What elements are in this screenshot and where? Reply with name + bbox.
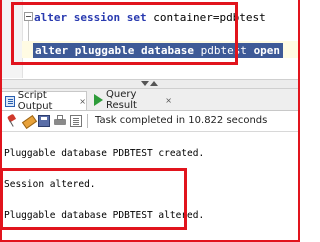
close-icon[interactable]: × [165, 96, 172, 105]
collapse-up-icon[interactable] [150, 81, 158, 86]
code-keyword: open [253, 44, 281, 57]
toolbar-divider [87, 114, 88, 128]
tab-label: Query Result [106, 89, 137, 111]
pin-icon[interactable] [6, 115, 18, 127]
tab-label: Script Output [17, 90, 53, 112]
tab-script-output[interactable]: Script Output × [0, 90, 87, 112]
save-icon[interactable] [38, 115, 50, 127]
panel-splitter[interactable] [0, 79, 300, 89]
close-icon[interactable]: × [79, 97, 86, 106]
highlight-box-editor [11, 2, 238, 65]
output-toolbar: Task completed in 10.822 seconds [0, 111, 300, 132]
output-tabbar: Script Output × Query Result × [0, 89, 300, 112]
output-line: Pluggable database PDBTEST created. [4, 148, 205, 159]
open-file-icon[interactable] [70, 115, 82, 127]
run-icon [94, 94, 103, 106]
frame-border [298, 0, 300, 242]
print-icon[interactable] [54, 115, 66, 127]
script-output-icon [5, 95, 15, 107]
frame-border [0, 0, 2, 242]
task-status: Task completed in 10.822 seconds [95, 115, 268, 126]
highlight-box-output [0, 168, 187, 230]
collapse-down-icon[interactable] [141, 81, 149, 86]
eraser-icon[interactable] [22, 115, 34, 127]
tab-query-result[interactable]: Query Result × [90, 89, 172, 111]
